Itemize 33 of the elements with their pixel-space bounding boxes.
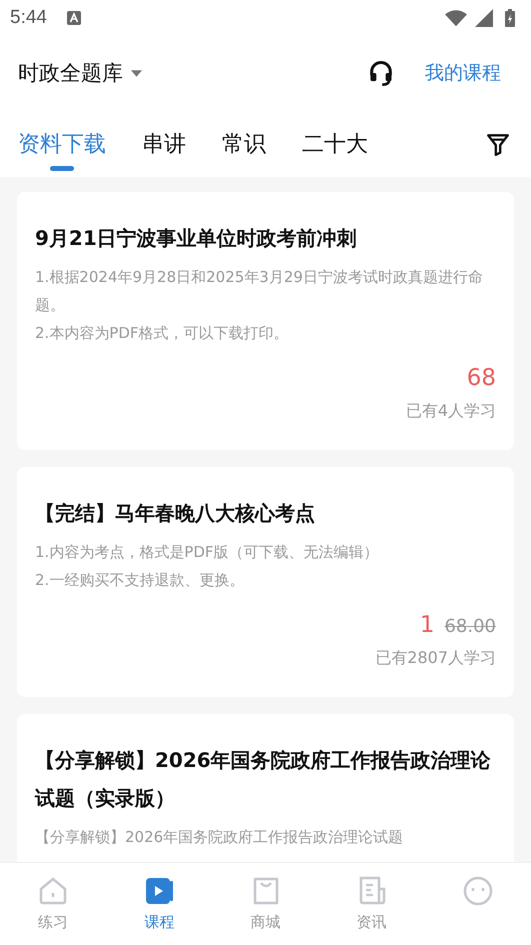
course-description: 【分享解锁】2026年国务院政府工作报告政治理论试题 (35, 827, 404, 848)
wifi-icon (445, 9, 467, 27)
keyboard-icon (66, 11, 81, 25)
learner-count: 已有4人学习 (404, 401, 496, 422)
price: 1 (420, 612, 434, 638)
category-tab[interactable]: 串讲 (142, 110, 186, 177)
price: 68 (466, 365, 496, 391)
signal-icon (473, 9, 495, 27)
video-book-icon (143, 875, 176, 907)
course-card[interactable]: 【完结】马年春晚八大核心考点 1.内容为考点，格式是PDF版（可下载、无法编辑） 2.一经购买不支持退款、更换。 1 68.00 已有2807人学习 (17, 467, 514, 697)
course-title: 【完结】马年春晚八大核心考点 (35, 500, 316, 527)
course-description: 2.一经购买不支持退款、更换。 (35, 570, 246, 591)
learner-count: 已有2807人学习 (374, 648, 496, 669)
course-card[interactable]: 【分享解锁】2026年国务院政府工作报告政治理论试题（实录版） 【分享解锁】2026年国务院政府工作报告政治理论试题 (17, 714, 514, 862)
headset-icon[interactable] (367, 59, 395, 87)
subject-dropdown[interactable]: 时政全题库 (18, 59, 142, 87)
category-tab[interactable]: 二十大 (302, 110, 368, 177)
caret-icon (131, 70, 142, 76)
course-title: 【分享解锁】2026年国务院政府工作报告政治理论试题（实录版） (35, 747, 492, 812)
course-card[interactable]: 9月21日宁波事业单位时政考前冲刺 1.根据2024年9月28日和2025年3月29日宁波考试时政真题进行命题。 2.本内容为PDF格式，可以下载打印。 68 已有4人学习 (17, 192, 514, 450)
original-price: 68.00 (444, 616, 496, 637)
category-tab[interactable]: 资料下载 (18, 110, 106, 177)
battery-icon (505, 9, 515, 27)
course-title: 9月21日宁波事业单位时政考前冲刺 (35, 225, 358, 252)
home-icon (37, 875, 70, 907)
status-time: 5:44 (10, 7, 47, 29)
my-courses-link[interactable]: 我的课程 (425, 60, 501, 86)
category-tab[interactable]: 常识 (222, 110, 266, 177)
course-description: 2.本内容为PDF格式，可以下载打印。 (35, 323, 290, 344)
smiley-icon (462, 875, 494, 907)
course-description: 1.内容为考点，格式是PDF版（可下载、无法编辑） (35, 542, 380, 563)
course-description: 1.根据2024年9月28日和2025年3月29日宁波考试时政真题进行命题。 (35, 267, 484, 316)
nav-item[interactable]: 课程 (106, 863, 212, 945)
